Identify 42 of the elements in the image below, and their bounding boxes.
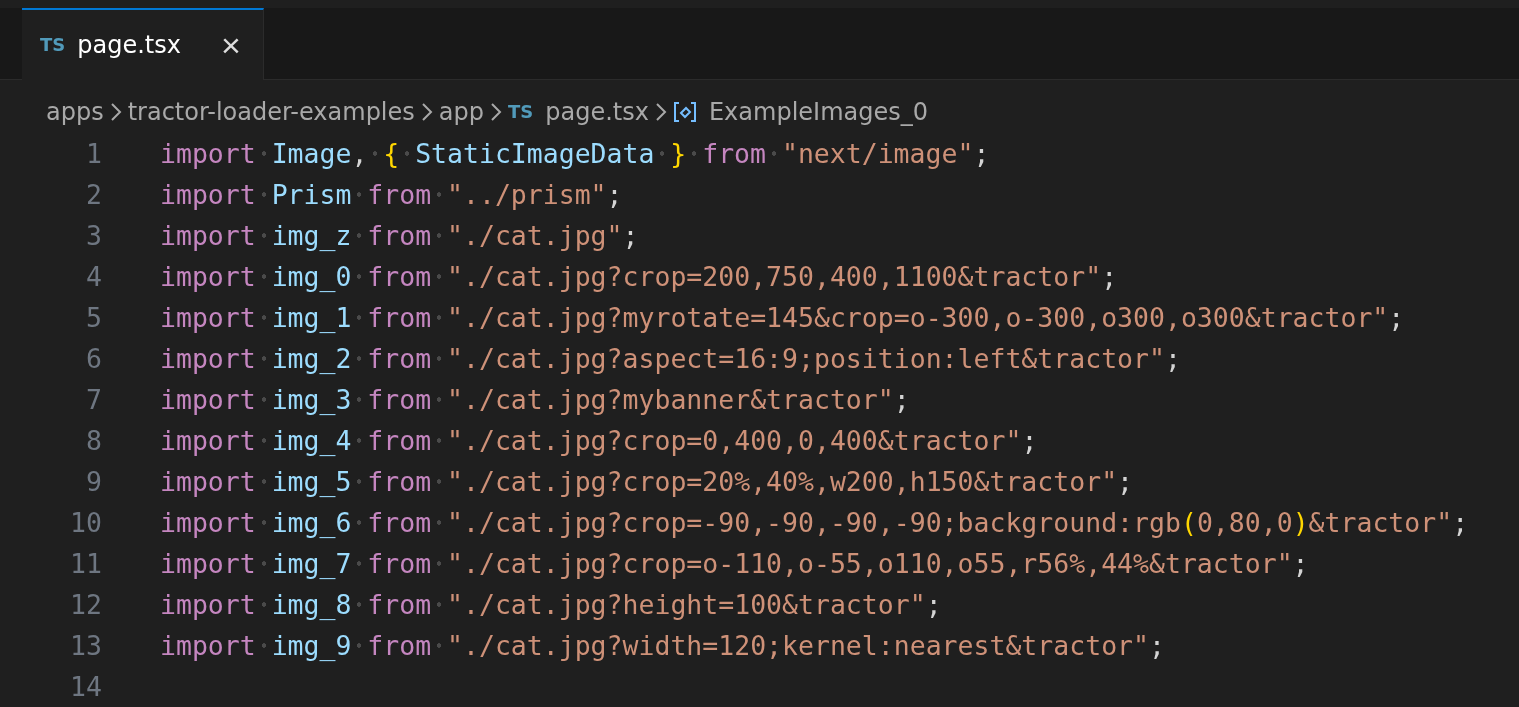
breadcrumb-item[interactable]: apps — [46, 97, 104, 126]
line-number: 8 — [85, 425, 102, 456]
line-number: 13 — [69, 630, 102, 661]
code-line: import img_7 from "./cat.jpg?crop=o-110,o-55,o110,o55,r56%,44%&tractor"; — [160, 548, 1309, 579]
line-number: 3 — [85, 220, 102, 251]
close-button[interactable]: × — [220, 27, 241, 62]
line-number: 11 — [69, 548, 102, 579]
language-label: TS — [40, 34, 66, 56]
code-line: import img_9 from "./cat.jpg?width=120;kernel:nearest&tractor"; — [160, 630, 1165, 661]
symbol-icon — [672, 100, 697, 123]
code-line: import Prism from "../prism"; — [160, 179, 623, 210]
line-number: 6 — [85, 343, 102, 374]
line-number: 7 — [85, 384, 102, 415]
breadcrumb-item[interactable]: ExampleImages_0 — [708, 97, 928, 126]
line-number: 14 — [69, 671, 102, 702]
tab-label: page.tsx — [77, 30, 181, 59]
chevron-right-icon — [420, 101, 433, 122]
chevron-right-icon — [109, 101, 122, 122]
breadcrumb-item[interactable]: tractor-loader-examples — [127, 97, 415, 126]
code-line: import img_8 from "./cat.jpg?height=100&tractor"; — [160, 589, 942, 620]
breadcrumb-item[interactable]: app — [438, 97, 484, 126]
code-line: import Image, { StaticImageData } from "next/image"; — [160, 138, 990, 169]
line-number: 1 — [85, 138, 102, 169]
line-number: 5 — [85, 302, 102, 333]
line-number: 2 — [85, 179, 102, 210]
code-line: import img_5 from "./cat.jpg?crop=20%,40%,w200,h150&tractor"; — [160, 466, 1134, 497]
line-number: 10 — [69, 507, 102, 538]
code-line: import img_4 from "./cat.jpg?crop=0,400,0,400&tractor"; — [160, 425, 1038, 456]
code-line: import img_z from "./cat.jpg"; — [160, 220, 639, 251]
line-number: 9 — [85, 466, 102, 497]
line-number: 12 — [69, 589, 102, 620]
breadcrumb-item[interactable]: page.tsx — [545, 97, 649, 126]
chevron-right-icon — [654, 101, 667, 122]
editor-tab[interactable]: TS page.tsx × — [22, 8, 264, 80]
code-line: import img_1 from "./cat.jpg?myrotate=145&crop=o-300,o-300,o300,o300&tractor"; — [160, 302, 1405, 333]
code-line: import img_3 from "./cat.jpg?mybanner&tractor"; — [160, 384, 910, 415]
language-label: TS — [508, 101, 534, 123]
line-number: 4 — [85, 261, 102, 292]
code-line: import img_0 from "./cat.jpg?crop=200,750,400,1100&tractor"; — [160, 261, 1118, 292]
code-line: import img_6 from "./cat.jpg?crop=-90,-90,-90,-90;background:rgb(0,80,0)&tractor"; — [160, 507, 1469, 538]
chevron-right-icon — [490, 101, 502, 122]
code-line: import img_2 from "./cat.jpg?aspect=16:9;position:left&tractor"; — [160, 343, 1181, 374]
